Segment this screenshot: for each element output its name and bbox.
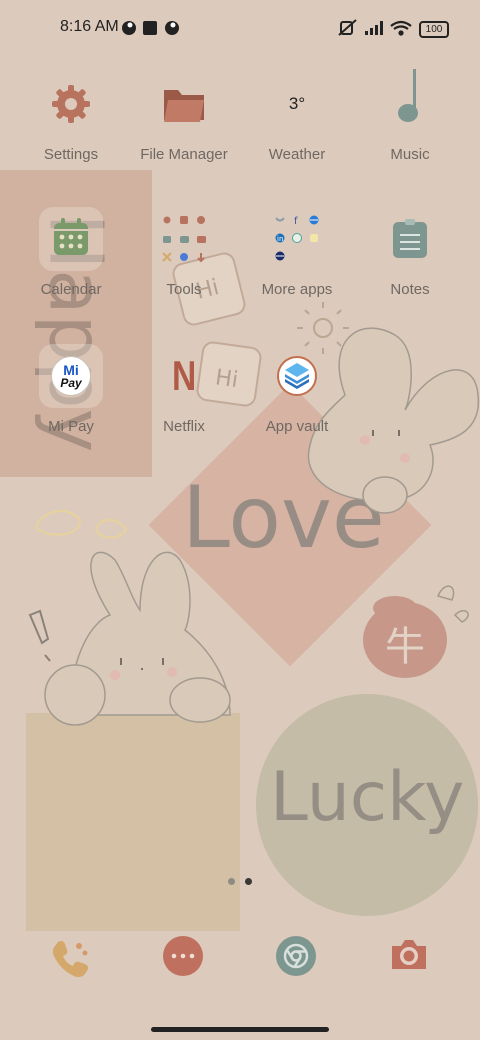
system-status-icons — [338, 19, 412, 36]
app-label: Mi Pay — [48, 418, 94, 435]
app-more-apps-folder[interactable]: f in More apps — [239, 207, 355, 298]
browser-icon[interactable] — [276, 936, 316, 976]
netflix-icon: N — [152, 344, 216, 408]
gear-icon — [49, 82, 93, 126]
weather-icon: 3° — [275, 82, 319, 126]
signal-icon — [365, 21, 383, 35]
app-label: File Manager — [140, 146, 228, 163]
tools-folder-icon — [152, 207, 216, 271]
page-dot-2[interactable] — [245, 878, 252, 885]
app-label: More apps — [261, 281, 333, 298]
app-weather[interactable]: 3° Weather — [239, 82, 355, 163]
app-settings[interactable]: Settings — [13, 82, 129, 163]
app-vault-icon — [265, 344, 329, 408]
app-label: Netflix — [163, 418, 205, 435]
app-calendar[interactable]: Calendar — [13, 207, 129, 298]
folder-icon — [162, 82, 206, 126]
calendar-icon — [52, 217, 90, 262]
app-label: App vault — [265, 418, 329, 435]
app-label: Tools — [166, 281, 202, 298]
home-gesture-bar[interactable] — [151, 1027, 329, 1032]
wifi-icon — [390, 20, 412, 36]
mute-icon — [338, 19, 357, 36]
app-label: Music — [390, 146, 430, 163]
messages-icon[interactable] — [163, 936, 203, 976]
mi-pay-icon: Mi Pay — [39, 344, 103, 408]
apps-folder-icon: f in — [265, 207, 329, 271]
svg-text:f: f — [294, 216, 298, 227]
notification-icons — [122, 21, 179, 35]
music-note-icon — [388, 69, 432, 126]
calendar-tile — [39, 207, 103, 271]
weather-temp: 3° — [288, 94, 306, 113]
svg-text:in: in — [277, 235, 283, 243]
app-label: Weather — [268, 146, 326, 163]
notes-icon — [378, 207, 442, 271]
app-file-manager[interactable]: File Manager — [126, 82, 242, 163]
app-music[interactable]: Music — [352, 69, 468, 163]
app-tools-folder[interactable]: Tools — [126, 207, 242, 298]
app-app-vault[interactable]: App vault — [239, 344, 355, 435]
app-label: Calendar — [40, 281, 102, 298]
netflix-logo: N — [171, 352, 197, 399]
app-netflix[interactable]: N Netflix — [126, 344, 242, 435]
app-label: Notes — [390, 281, 430, 298]
camera-icon[interactable] — [389, 936, 431, 978]
mi-pay-logo-bottom: Pay — [60, 376, 82, 390]
app-notes[interactable]: Notes — [352, 207, 468, 298]
phone-icon[interactable] — [49, 936, 91, 978]
mi-pay-logo-top: Mi — [63, 362, 79, 378]
page-dot-1[interactable] — [228, 878, 235, 885]
app-mi-pay[interactable]: Mi Pay Mi Pay — [13, 344, 129, 435]
wallpaper-lucky-text: Lucky — [270, 758, 465, 837]
battery-indicator: 100 — [419, 21, 449, 38]
status-time: 8:16 AM — [60, 18, 119, 35]
wallpaper-love-text: Love — [182, 468, 385, 568]
wallpaper-rect — [26, 713, 240, 931]
badge-glyph: 牛 — [385, 624, 425, 670]
app-label: Settings — [43, 146, 99, 163]
